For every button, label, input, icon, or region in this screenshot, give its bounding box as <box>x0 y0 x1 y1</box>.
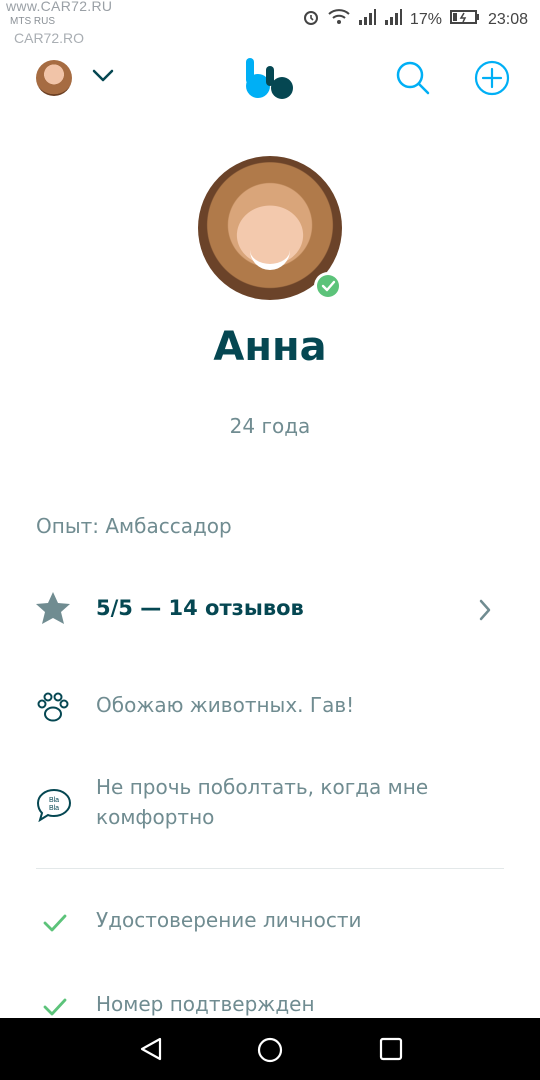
star-icon <box>34 590 72 632</box>
photo-smile <box>250 248 290 270</box>
check-icon <box>42 912 68 938</box>
profile-name: Анна <box>213 324 327 370</box>
svg-text:Bla: Bla <box>49 805 59 812</box>
clock: 23:08 <box>487 10 528 28</box>
chevron-right-icon[interactable] <box>478 598 492 626</box>
verified-badge <box>314 272 342 300</box>
wifi-icon <box>328 9 350 30</box>
status-icons: 17% 23:08 <box>302 8 528 31</box>
add-ride-button[interactable] <box>474 60 510 100</box>
verification-text: Номер подтвержден <box>96 992 315 1016</box>
signal-icon-2 <box>384 9 402 30</box>
watermark-url: www.CAR72.RU <box>6 0 113 14</box>
recents-square-icon[interactable] <box>378 1036 404 1066</box>
avatar[interactable] <box>36 60 72 96</box>
profile-experience: Опыт: Амбассадор <box>36 514 232 538</box>
blabla-chat-icon: Bla Bla <box>36 788 72 826</box>
rating-text: 5/5 — 14 отзывов <box>96 596 304 620</box>
alarm-icon <box>302 8 320 31</box>
carrier-label: MTS RUS <box>10 16 55 27</box>
system-nav-bar <box>0 1018 540 1080</box>
search-icon[interactable] <box>395 60 431 100</box>
preference-text: Обожаю животных. Гав! <box>96 693 355 717</box>
blablacar-logo-icon <box>244 56 298 100</box>
profile-age: 24 года <box>229 414 311 438</box>
watermark: www.CAR72.RU MTS RUS CAR72.RO <box>6 0 113 46</box>
paw-icon <box>36 692 70 728</box>
top-header <box>0 48 540 108</box>
preference-text: Не прочь поболтать, когда мне комфортно <box>96 775 429 829</box>
home-circle-icon[interactable] <box>256 1036 284 1068</box>
battery-percent: 17% <box>409 10 442 28</box>
rating-row[interactable]: 5/5 — 14 отзывов <box>0 584 540 640</box>
back-triangle-icon[interactable] <box>138 1036 164 1066</box>
chevron-down-icon[interactable] <box>92 68 114 87</box>
status-bar: www.CAR72.RU MTS RUS CAR72.RO 17% 23:08 <box>0 0 540 46</box>
verification-text: Удостоверение личности <box>96 908 362 932</box>
watermark-url-2: CAR72.RO <box>14 30 85 46</box>
battery-icon <box>449 9 480 30</box>
section-divider <box>36 868 504 869</box>
svg-text:Bla: Bla <box>49 797 59 804</box>
signal-icon <box>358 9 376 30</box>
verified-dot <box>317 275 339 297</box>
